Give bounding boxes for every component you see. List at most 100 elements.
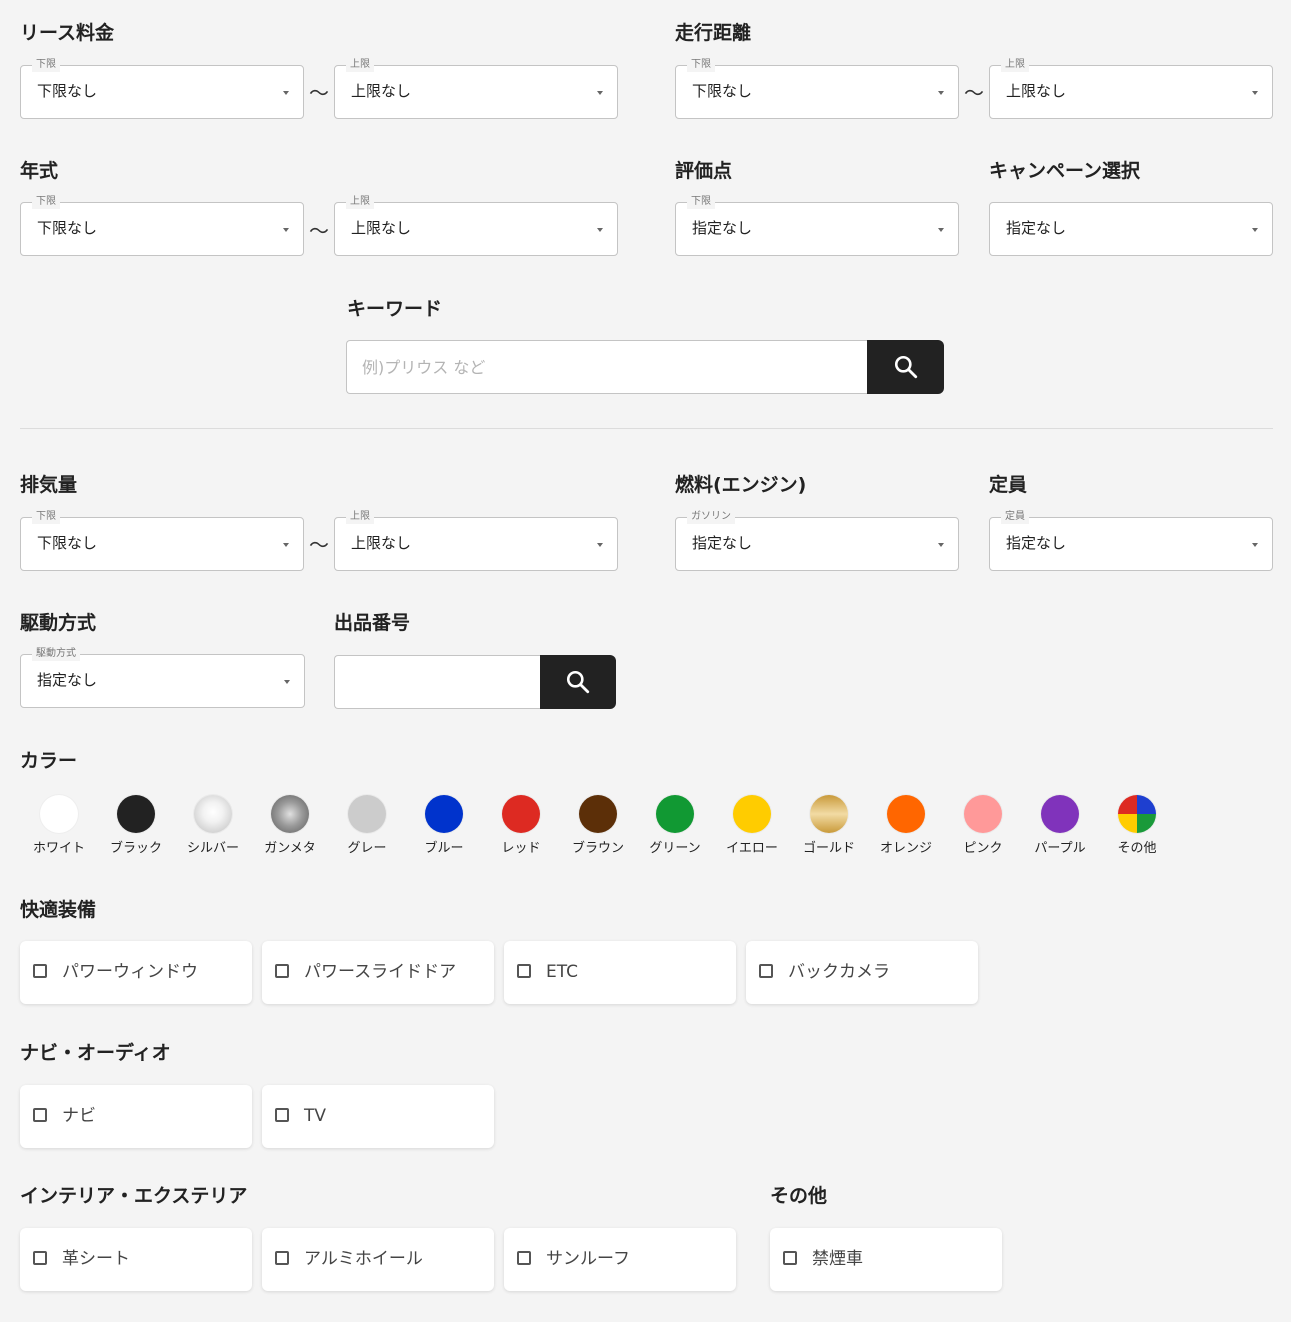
checkbox-label: 禁煙車 xyxy=(812,1249,863,1269)
checkbox-icon xyxy=(33,1108,47,1122)
color-swatch[interactable]: グレー xyxy=(328,795,406,857)
color-name: パープル xyxy=(1034,841,1086,856)
search-icon xyxy=(894,355,917,379)
checkbox-label: 革シート xyxy=(62,1249,130,1269)
color-name: シルバー xyxy=(186,841,239,856)
dropdown-arrow-icon xyxy=(597,228,603,232)
rating-select[interactable]: 下限 指定なし xyxy=(675,195,959,256)
select-legend: 上限 xyxy=(1001,58,1029,72)
listing-search-button[interactable] xyxy=(540,655,616,709)
select-value: 指定なし xyxy=(692,219,753,237)
drive-select[interactable]: 駆動方式 指定なし xyxy=(20,647,305,708)
color-swatch[interactable]: イエロー xyxy=(713,795,791,857)
lease-fee-label: リース料金 xyxy=(20,22,115,44)
lease-fee-max-select[interactable]: 上限 上限なし xyxy=(334,58,618,119)
color-dot-icon xyxy=(579,795,617,833)
color-dot-icon xyxy=(733,795,771,833)
color-swatch[interactable]: パープル xyxy=(1021,795,1099,857)
color-name: レッド xyxy=(501,841,541,856)
checkbox-power-window[interactable]: パワーウィンドウ xyxy=(20,941,252,1004)
select-value: 下限なし xyxy=(37,534,98,552)
select-legend: 下限 xyxy=(687,58,715,72)
dropdown-arrow-icon xyxy=(597,543,603,547)
campaign-select[interactable]: 指定なし xyxy=(989,202,1273,256)
select-legend: 下限 xyxy=(32,195,60,209)
displacement-max-select[interactable]: 上限 上限なし xyxy=(334,510,618,571)
color-name: ブルー xyxy=(424,841,464,856)
select-value: 上限なし xyxy=(351,219,412,237)
checkbox-icon xyxy=(275,1108,289,1122)
color-dot-icon xyxy=(502,795,540,833)
color-name: グレー xyxy=(347,841,387,856)
color-swatch[interactable]: ゴールド xyxy=(790,795,868,857)
listing-number-input[interactable] xyxy=(334,655,540,709)
color-name: ブラウン xyxy=(571,841,624,856)
color-swatch[interactable]: レッド xyxy=(482,795,560,857)
color-dot-icon xyxy=(425,795,463,833)
fuel-select[interactable]: ガソリン 指定なし xyxy=(675,510,959,571)
dropdown-arrow-icon xyxy=(938,228,944,232)
color-name: オレンジ xyxy=(879,841,932,856)
checkbox-non-smoking[interactable]: 禁煙車 xyxy=(770,1228,1002,1291)
checkbox-aluminum-wheel[interactable]: アルミホイール xyxy=(262,1228,494,1291)
color-dot-icon xyxy=(1041,795,1079,833)
checkbox-tv[interactable]: TV xyxy=(262,1085,494,1148)
interior-exterior-label: インテリア・エクステリア xyxy=(20,1185,248,1207)
checkbox-icon xyxy=(517,1251,531,1265)
color-swatch[interactable]: ピンク xyxy=(944,795,1022,857)
checkbox-leather-seat[interactable]: 革シート xyxy=(20,1228,252,1291)
color-dot-icon xyxy=(964,795,1002,833)
select-legend: 上限 xyxy=(346,195,374,209)
color-name: ゴールド xyxy=(802,841,855,856)
dropdown-arrow-icon xyxy=(283,91,289,95)
color-swatch[interactable]: グリーン xyxy=(636,795,714,857)
rating-label: 評価点 xyxy=(675,160,733,182)
range-separator: 〜 xyxy=(309,533,329,557)
select-value: 上限なし xyxy=(351,534,412,552)
keyword-label: キーワード xyxy=(347,298,443,320)
checkbox-navi[interactable]: ナビ xyxy=(20,1085,252,1148)
select-value: 下限なし xyxy=(37,219,98,237)
range-separator: 〜 xyxy=(964,81,984,105)
keyword-input[interactable] xyxy=(346,340,868,394)
dropdown-arrow-icon xyxy=(1252,91,1258,95)
checkbox-icon xyxy=(759,964,773,978)
select-value: 下限なし xyxy=(37,82,98,100)
dropdown-arrow-icon xyxy=(284,680,290,684)
color-dot-icon xyxy=(887,795,925,833)
color-swatch[interactable]: ブラウン xyxy=(559,795,637,857)
checkbox-power-slide-door[interactable]: パワースライドドア xyxy=(262,941,494,1004)
checkbox-back-camera[interactable]: バックカメラ xyxy=(746,941,978,1004)
color-swatch[interactable]: ガンメタ xyxy=(251,795,329,857)
displacement-min-select[interactable]: 下限 下限なし xyxy=(20,510,304,571)
checkbox-icon xyxy=(517,964,531,978)
color-swatch[interactable]: ブラック xyxy=(97,795,175,857)
keyword-search-button[interactable] xyxy=(867,340,944,394)
select-value: 上限なし xyxy=(351,82,412,100)
select-legend: 下限 xyxy=(32,58,60,72)
checkbox-sunroof[interactable]: サンルーフ xyxy=(504,1228,736,1291)
color-swatch[interactable]: ブルー xyxy=(405,795,483,857)
color-swatch[interactable]: ホワイト xyxy=(20,795,98,857)
other-label: その他 xyxy=(770,1185,828,1207)
color-dot-icon xyxy=(117,795,155,833)
color-swatch[interactable]: オレンジ xyxy=(867,795,945,857)
year-min-select[interactable]: 下限 下限なし xyxy=(20,195,304,256)
dropdown-arrow-icon xyxy=(938,91,944,95)
checkbox-etc[interactable]: ETC xyxy=(504,941,736,1004)
color-swatch[interactable]: シルバー xyxy=(174,795,252,857)
color-dot-icon xyxy=(810,795,848,833)
color-dot-icon xyxy=(1118,795,1156,833)
mileage-max-select[interactable]: 上限 上限なし xyxy=(989,58,1273,119)
checkbox-label: ナビ xyxy=(62,1106,96,1126)
select-value: 指定なし xyxy=(1006,219,1067,237)
checkbox-label: バックカメラ xyxy=(788,962,890,982)
year-max-select[interactable]: 上限 上限なし xyxy=(334,195,618,256)
lease-fee-min-select[interactable]: 下限 下限なし xyxy=(20,58,304,119)
dropdown-arrow-icon xyxy=(597,91,603,95)
checkbox-label: アルミホイール xyxy=(304,1249,423,1269)
capacity-label: 定員 xyxy=(989,474,1028,496)
mileage-min-select[interactable]: 下限 下限なし xyxy=(675,58,959,119)
color-swatch[interactable]: その他 xyxy=(1098,795,1176,857)
capacity-select[interactable]: 定員 指定なし xyxy=(989,510,1273,571)
